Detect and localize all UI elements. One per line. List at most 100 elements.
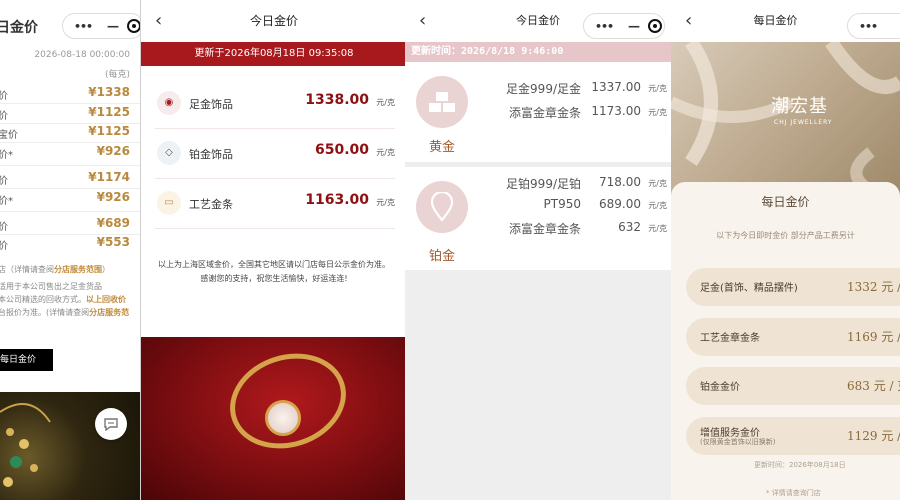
thanks-note: 感谢您的支持，祝您生活愉快，好运连连!: [200, 274, 348, 283]
branch-service-link[interactable]: 分店服务范围: [54, 265, 102, 274]
price-row: 价 ¥1174: [0, 169, 140, 189]
price-value: ¥1125: [88, 124, 130, 138]
gem-icon: ◇: [157, 141, 181, 165]
branch-service-link[interactable]: 分店服务范: [89, 308, 129, 317]
price-label: 添富金章金条: [508, 106, 581, 120]
unit-label: 元/克: [648, 201, 667, 210]
price-row: 增值服务金价 (仅限黄金首饰以旧换新) 1129 元 / 克: [686, 417, 900, 455]
platinum-price-card: 铂金 足铂999/足铂 718.00 元/克 PT950 689.00 元/克 …: [405, 167, 671, 270]
price-label: 宝价: [0, 130, 18, 141]
service-note: 店（详情请查阅分店服务范围）: [0, 265, 110, 274]
panel-4-gold-price-page: ‹ 每日金价 ••• 潮宏基 CHJ JEWELLERY 每日金价 以下为今日即…: [671, 0, 900, 500]
card-subtitle: 以下为今日即时金价 部分产品工费另计: [716, 231, 855, 240]
brand-logo: 潮宏基: [771, 96, 828, 117]
category-label: 铂金: [429, 249, 456, 264]
update-date: 2026-08-18 00:00:00: [34, 50, 130, 60]
price-label: 价: [0, 222, 8, 233]
page-title: 今日金价: [249, 14, 298, 28]
price-label: 价: [0, 111, 8, 122]
price-value: 1163.00: [305, 192, 369, 208]
service-note: 适用于本公司售出之足金货品: [0, 282, 102, 291]
price-value: ¥1338: [88, 85, 130, 99]
category-label: 黄金: [429, 140, 456, 155]
region-note: 以上为上海区域金价，全国其它地区请以门店每日公示金价为准。: [158, 260, 390, 269]
price-row: 添富金章金条 632 元/克: [405, 220, 671, 236]
price-value: 1337.00: [591, 80, 641, 94]
price-value: 1173.00: [591, 104, 641, 118]
unit-label: 元/克: [376, 148, 395, 157]
target-icon: ◉: [157, 91, 181, 115]
service-note: 本公司精选的回收方式。以上回收价: [0, 295, 126, 304]
more-icon[interactable]: •••: [848, 20, 888, 33]
details-note: * 详情请查询门店: [766, 489, 821, 497]
price-value: 1169 元 / 克: [847, 330, 900, 344]
price-value: 1129 元 / 克: [847, 429, 900, 443]
panel-2-gold-price-page: ‹ 今日金价 更新于2026年08月18日 09:35:08 ◉ 足金饰品 13…: [141, 0, 407, 500]
price-label: 添富金章金条: [508, 222, 581, 236]
update-banner: 更新时间：2026/8/18 9:46:00: [405, 42, 671, 62]
price-row: 足金999/足金 1337.00 元/克: [405, 80, 671, 96]
minimize-icon[interactable]: —: [624, 19, 644, 33]
price-row: 价* ¥926: [0, 189, 140, 209]
price-row: ◉ 足金饰品 1338.00 元/克: [155, 79, 395, 129]
price-row: 价 ¥1125: [0, 104, 140, 124]
service-note: 台报价为准。(详情请查阅分店服务范: [0, 308, 130, 317]
gold-price-card: 黄金 足金999/足金 1337.00 元/克 添富金章金条 1173.00 元…: [405, 62, 671, 162]
unit-label: 元/克: [376, 198, 395, 207]
card-title: 每日金价: [761, 195, 810, 209]
price-label: 足金(首饰、精品摆件): [700, 283, 798, 294]
price-row: 价 ¥1338: [0, 84, 140, 104]
brand-logo-subtitle: CHJ JEWELLERY: [774, 119, 833, 126]
price-value: 632: [618, 220, 641, 234]
page-title: 日金价: [0, 20, 38, 36]
update-time: 更新时间：2026年08月18日: [754, 461, 846, 469]
price-value: 650.00: [314, 142, 369, 158]
navbar: ‹ 今日金价: [141, 0, 407, 42]
price-label: 价: [0, 241, 8, 252]
more-icon[interactable]: •••: [584, 20, 624, 33]
minimize-icon[interactable]: —: [103, 19, 123, 33]
navbar: ‹ 每日金价 •••: [671, 0, 900, 42]
mini-program-capsule: ••• —: [583, 13, 665, 39]
price-sublabel: (仅限黄金首饰以旧换新): [700, 438, 776, 446]
unit-label: (每克): [104, 70, 130, 80]
price-value: ¥553: [96, 235, 130, 249]
price-row: ▭ 工艺金条 1163.00 元/克: [155, 179, 395, 229]
unit-label: 元/克: [648, 224, 667, 233]
chat-bubble-icon[interactable]: [95, 408, 127, 440]
price-label: 工艺金条: [189, 198, 233, 211]
price-value: ¥1125: [88, 105, 130, 119]
price-row: 工艺金章金条 1169 元 / 克: [686, 318, 900, 356]
unit-label: 元/克: [648, 84, 667, 93]
update-banner: 更新于2026年08月18日 09:35:08: [141, 42, 407, 66]
panel-3-gold-price-page: ‹ 今日金价 ••• — 更新时间：2026/8/18 9:46:00 黄金 足…: [405, 0, 671, 500]
gold-bar-icon: ▭: [157, 191, 181, 215]
price-row: ◇ 铂金饰品 650.00 元/克: [155, 129, 395, 179]
price-value: ¥689: [96, 216, 130, 230]
bracelet-charm-image: [265, 400, 301, 436]
unit-label: 元/克: [648, 179, 667, 188]
price-label: 足铂999/足铂: [506, 177, 581, 191]
price-row: 价 ¥553: [0, 234, 140, 254]
divider: [0, 165, 140, 166]
price-label: 价*: [0, 196, 13, 207]
recycle-price-link[interactable]: 以上回收价: [86, 295, 126, 304]
close-icon[interactable]: [127, 19, 140, 33]
price-label: 价: [0, 176, 8, 187]
price-value: 689.00: [599, 197, 641, 211]
price-row: 宝价 ¥1125: [0, 123, 140, 143]
navbar: ‹ 今日金价 ••• —: [405, 0, 671, 42]
price-value: 718.00: [599, 175, 641, 189]
more-icon[interactable]: •••: [63, 20, 103, 33]
price-value: ¥1174: [88, 170, 130, 184]
daily-price-button[interactable]: 每日金价: [0, 349, 53, 371]
price-label: 足金999/足金: [506, 82, 581, 96]
price-row: 足金(首饰、精品摆件) 1332 元 / 克: [686, 268, 900, 306]
close-icon[interactable]: [648, 19, 662, 33]
price-row: 铂金金价 683 元 / 克: [686, 367, 900, 405]
unit-label: 元/克: [648, 108, 667, 117]
unit-label: 元/克: [376, 98, 395, 107]
price-row: PT950 689.00 元/克: [405, 197, 671, 211]
price-value: ¥926: [96, 144, 130, 158]
panel-1-gold-price-page: 日金价 ••• — 2026-08-18 00:00:00 (每克) 价 ¥13…: [0, 0, 140, 500]
